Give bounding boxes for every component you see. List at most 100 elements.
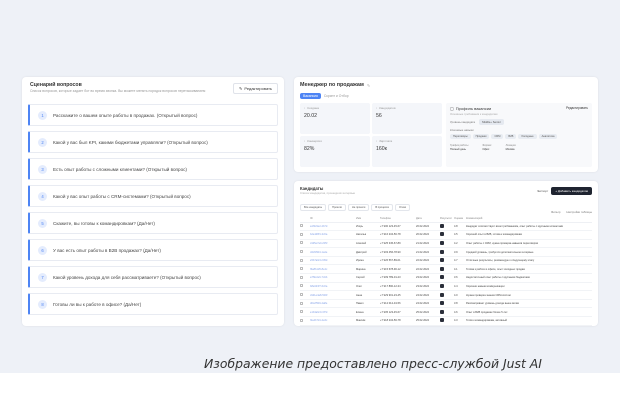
question-item[interactable]: 8 Готовы ли вы к работе в офисе? (Да/Нет) bbox=[28, 293, 278, 315]
header-cell[interactable]: Дата bbox=[416, 215, 440, 223]
header-cell[interactable]: Результат bbox=[440, 215, 454, 223]
export-button[interactable]: Экспорт bbox=[537, 189, 548, 193]
add-candidates-button[interactable]: + Добавить кандидатов bbox=[551, 187, 592, 195]
wallet-icon: ▫ bbox=[376, 139, 378, 143]
candidate-id-link[interactable]: e5b7a0c4-9f3d bbox=[310, 256, 356, 266]
header-cell[interactable]: Оценка bbox=[454, 215, 466, 223]
candidate-date: 20.02.2024 bbox=[416, 222, 440, 232]
candidate-comment: Рассматривает уровень дохода выше вилки bbox=[466, 299, 592, 309]
vacancy-title: Менеджер по продажам bbox=[300, 82, 364, 88]
candidate-id-link[interactable]: c9d1e4a8-5b9f bbox=[310, 290, 356, 300]
tab-script[interactable]: Скрипт и Отбор bbox=[324, 94, 349, 98]
detail-value: Полный день bbox=[450, 148, 466, 151]
row-checkbox[interactable] bbox=[300, 275, 303, 279]
table-row[interactable]: f6a8b1d5-8e2c Марина +7 915 678-90-12 22.02… bbox=[300, 264, 592, 275]
candidate-phone: +7 909 789-01-23 bbox=[380, 273, 416, 283]
candidate-score: 4.3 bbox=[454, 316, 466, 326]
row-checkbox[interactable] bbox=[300, 224, 303, 228]
header-cell[interactable]: Имя bbox=[356, 215, 380, 223]
question-item[interactable]: 4 Какой у вас опыт работы с CRM-системами… bbox=[28, 185, 278, 207]
header-cell[interactable]: ID bbox=[310, 215, 356, 223]
question-item[interactable]: 7 Какой уровень дохода для себя рассматри… bbox=[28, 266, 278, 288]
stat-card: ▫ Создана 20.02 bbox=[300, 103, 370, 134]
row-checkbox[interactable] bbox=[300, 318, 303, 322]
question-item[interactable]: 2 Какой у вас был KPI, какими бюджетами у… bbox=[28, 131, 278, 153]
table-settings-button[interactable]: Настройки таблицы bbox=[566, 210, 592, 214]
candidate-date: 23.02.2024 bbox=[416, 282, 440, 292]
candidate-id-link[interactable]: d0c2f5b9-4a8e bbox=[310, 299, 356, 309]
profile-details: График работы Полный день Формат Офис Лока… bbox=[450, 144, 588, 151]
filter-chip[interactable]: Прошли bbox=[328, 204, 346, 211]
filter-chip[interactable]: Отказ bbox=[395, 204, 411, 211]
row-checkbox[interactable] bbox=[300, 232, 303, 236]
table-cell bbox=[440, 273, 454, 283]
question-item[interactable]: 3 Есть опыт работы с сложными клиентами? … bbox=[28, 158, 278, 180]
table-row[interactable]: c3d5e7a0-2b5f Алексей +7 925 345-67-89 21.0… bbox=[300, 239, 592, 249]
filter-chip[interactable]: В процессе bbox=[371, 204, 394, 211]
row-checkbox[interactable] bbox=[300, 284, 303, 288]
row-checkbox[interactable] bbox=[300, 258, 303, 262]
candidate-id-link[interactable]: f6a8b1d5-8e2c bbox=[310, 264, 356, 275]
result-status-icon bbox=[440, 318, 444, 323]
question-item[interactable]: 1 Расскажите о вашем опыте работы в прода… bbox=[28, 104, 278, 126]
edit-script-button[interactable]: ✎ Редактировать bbox=[233, 83, 278, 94]
candidate-comment: Готов к командировкам, активный bbox=[466, 316, 592, 326]
candidate-id-link[interactable]: a1f3c9e2-4b7d bbox=[310, 222, 356, 232]
candidate-phone: +7 900 123-45-67 bbox=[380, 222, 416, 232]
table-row[interactable]: e5b7a0c4-9f3d Ирина +7 926 567-89-01 22.02.… bbox=[300, 256, 592, 266]
skill-chip: Переговоры bbox=[450, 134, 471, 139]
header-cell[interactable]: Комментарий bbox=[466, 215, 592, 223]
candidate-id-link[interactable]: e1b3a6c0-3f7d bbox=[310, 307, 356, 318]
question-text: Расскажите о вашем опыте работы в продаж… bbox=[53, 112, 198, 118]
header-cell[interactable]: Телефон bbox=[380, 215, 416, 223]
filter-chip[interactable]: Не прошли bbox=[347, 204, 370, 211]
candidate-comment: Опыт в B2B продажах более 5 лет bbox=[466, 307, 592, 318]
edit-profile-button[interactable]: Редактировать bbox=[566, 106, 588, 110]
table-row[interactable]: d0c2f5b9-4a8e Павел +7 912 012-34-56 24.02.… bbox=[300, 299, 592, 309]
table-row[interactable]: f2a4b7d1-2e6c Максим +7 918 234-56-78 25.02… bbox=[300, 316, 592, 326]
row-checkbox[interactable] bbox=[300, 267, 303, 271]
candidate-id-link[interactable]: c3d5e7a0-2b5f bbox=[310, 239, 356, 249]
table-controls: Фильтр Настройки таблицы bbox=[551, 210, 592, 214]
question-number: 6 bbox=[38, 245, 47, 255]
candidate-phone: +7 916 234-56-78 bbox=[380, 230, 416, 240]
tab-vacancy[interactable]: Вакансия bbox=[300, 93, 321, 99]
result-status-icon bbox=[440, 249, 444, 254]
table-row[interactable]: b8e0d3f7-6c0a Олег +7 917 890-12-34 23.02.2… bbox=[300, 282, 592, 292]
candidate-id-link[interactable]: a7f9c2e6-7d1b bbox=[310, 273, 356, 283]
table-cell bbox=[300, 299, 310, 309]
candidate-id-link[interactable]: d4c6f9b3-1a4e bbox=[310, 247, 356, 257]
table-row[interactable]: d4c6f9b3-1a4e Дмитрий +7 903 456-78-90 21.0… bbox=[300, 247, 592, 257]
table-cell bbox=[440, 282, 454, 292]
vacancy-title-row: Менеджер по продажам ✎ bbox=[300, 82, 592, 88]
level-label: Уровень кандидата bbox=[450, 120, 476, 124]
question-number: 4 bbox=[38, 191, 47, 201]
row-checkbox[interactable] bbox=[300, 301, 303, 305]
candidate-id-link[interactable]: b2e4d8f1-3c6a bbox=[310, 230, 356, 240]
skill-chip: Холодные bbox=[518, 134, 537, 139]
table-row[interactable]: a1f3c9e2-4b7d Игорь +7 900 123-45-67 20.02.… bbox=[300, 222, 592, 232]
table-row[interactable]: c9d1e4a8-5b9f Анна +7 929 901-23-45 24.02.2… bbox=[300, 290, 592, 300]
table-row[interactable]: b2e4d8f1-3c6a Наталья +7 916 234-56-78 20.0… bbox=[300, 230, 592, 240]
question-item[interactable]: 6 У вас есть опыт работы в B2B продажах? … bbox=[28, 239, 278, 261]
pencil-icon[interactable]: ✎ bbox=[367, 83, 370, 88]
candidate-id-link[interactable]: b8e0d3f7-6c0a bbox=[310, 282, 356, 292]
filter-chip[interactable]: Все кандидаты bbox=[300, 204, 327, 211]
table-cell bbox=[300, 247, 310, 257]
candidate-score: 4.2 bbox=[454, 239, 466, 249]
candidate-id-link[interactable]: f2a4b7d1-2e6c bbox=[310, 316, 356, 326]
row-checkbox[interactable] bbox=[300, 293, 303, 297]
row-checkbox[interactable] bbox=[300, 250, 303, 254]
question-item[interactable]: 5 Скажите, вы готовы к командировкам? (Да… bbox=[28, 212, 278, 234]
candidate-name: Марина bbox=[356, 264, 380, 275]
row-checkbox[interactable] bbox=[300, 241, 303, 245]
candidate-score: 4.1 bbox=[454, 264, 466, 275]
row-checkbox[interactable] bbox=[300, 310, 303, 314]
question-script-card: Сценарий вопросов Список вопросов, котор… bbox=[22, 77, 284, 326]
app-screen: Сценарий вопросов Список вопросов, котор… bbox=[0, 0, 620, 373]
table-row[interactable]: a7f9c2e6-7d1b Сергей +7 909 789-01-23 23.02… bbox=[300, 273, 592, 283]
table-row[interactable]: e1b3a6c0-3f7d Елена +7 905 123-45-67 25.02.… bbox=[300, 307, 592, 318]
script-subtitle: Список вопросов, которые задает бот во в… bbox=[30, 89, 206, 93]
candidate-name: Максим bbox=[356, 316, 380, 326]
filter-button[interactable]: Фильтр bbox=[551, 210, 560, 214]
